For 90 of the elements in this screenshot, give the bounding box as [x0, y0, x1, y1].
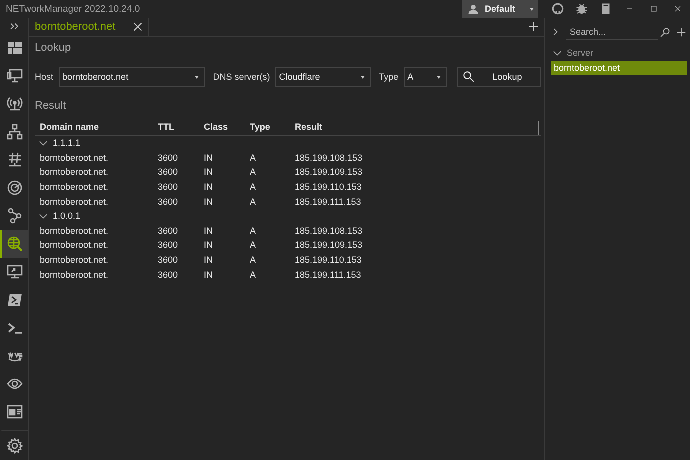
table-cell-text: A	[250, 270, 258, 280]
wireless-icon	[7, 96, 23, 112]
table-cell-text: borntoberoot.net.	[40, 196, 110, 207]
table-cell-text: A	[250, 196, 258, 207]
close-icon	[132, 21, 144, 33]
table-cell-text: A	[250, 255, 258, 266]
maximize-icon	[649, 4, 659, 14]
table-cell-text: 185.199.109.153	[295, 240, 364, 250]
dns-server-dropdown[interactable]: Cloudflare	[275, 67, 372, 87]
column-header[interactable]: TTL	[158, 122, 204, 132]
group-header: Server	[567, 48, 594, 58]
table-cell-text: 3600	[158, 240, 180, 250]
table-cell-text: IN	[204, 167, 214, 178]
table-cell-text: 185.199.111.153	[295, 270, 362, 280]
type-dropdown[interactable]: A	[404, 67, 447, 87]
add-icon	[676, 26, 687, 38]
globe-search-icon	[7, 236, 23, 252]
nodes-icon	[7, 208, 23, 224]
eye-icon	[7, 376, 23, 392]
field-label: Host	[35, 72, 54, 82]
column-header[interactable]: Class	[204, 122, 250, 132]
table-cell-text: 3600	[158, 226, 180, 236]
search-field[interactable]: Search...	[566, 24, 658, 40]
dashboard-icon	[7, 40, 23, 56]
table-cell-text: 3600	[158, 152, 180, 163]
add-tab-icon	[528, 21, 540, 33]
table-cell-text: A	[250, 240, 258, 250]
table-cell-text: borntoberoot.net.	[40, 152, 110, 163]
table-cell-text: A	[250, 226, 258, 236]
info-panel-icon	[7, 404, 23, 420]
table-cell-text: 3600	[158, 167, 180, 178]
field-label: Type	[379, 72, 399, 82]
radar-icon	[7, 180, 23, 196]
table-cell-text: IN	[204, 226, 214, 236]
table-cell-text: 185.199.109.153	[295, 167, 364, 178]
remote-desktop-icon	[7, 264, 23, 280]
table-cell-text: 3600	[158, 196, 180, 207]
table-cell-text: A	[250, 152, 258, 163]
bug-icon	[576, 3, 588, 15]
table-cell-text: 185.199.108.153	[295, 226, 364, 236]
profile-item[interactable]: borntoberoot.net	[551, 61, 687, 75]
lookup-button[interactable]: Lookup	[456, 67, 542, 87]
table-cell-text: IN	[204, 152, 214, 163]
group-header: 1.0.0.1	[53, 211, 81, 222]
table-cell-text: borntoberoot.net.	[40, 240, 110, 250]
table-cell-text: borntoberoot.net.	[40, 255, 110, 266]
search-icon	[660, 26, 671, 38]
table-cell-text: 185.199.108.153	[295, 152, 364, 163]
column-header[interactable]: Domain name	[40, 122, 158, 132]
table-cell-text: borntoberoot.net.	[40, 270, 110, 280]
chevron-down-icon[interactable]	[553, 48, 562, 58]
table-cell-text: 3600	[158, 182, 180, 192]
table-cell-text: borntoberoot.net.	[40, 226, 110, 236]
table-cell-text: IN	[204, 240, 214, 250]
table-cell-text: IN	[204, 196, 214, 207]
table-cell-text: 3600	[158, 270, 180, 280]
table-cell-text: IN	[204, 182, 214, 192]
table-cell-text: borntoberoot.net.	[40, 182, 110, 192]
monitor-icon	[7, 68, 23, 84]
profile-dropdown[interactable]: Default	[462, 0, 538, 18]
table-cell-text: IN	[204, 255, 214, 266]
field-label: DNS server(s)	[213, 72, 270, 82]
network-icon	[7, 124, 23, 140]
table-cell-text: A	[250, 167, 258, 178]
hash-icon	[7, 152, 23, 168]
table-cell-text: 185.199.110.153	[295, 255, 363, 266]
close-icon	[673, 4, 683, 14]
tab[interactable]: borntoberoot.net	[29, 18, 149, 36]
powershell-icon	[7, 292, 23, 308]
user-icon	[468, 4, 479, 14]
section-heading: Result	[35, 100, 68, 114]
settings-icon	[7, 438, 23, 454]
table-cell-text: IN	[204, 270, 214, 280]
window-title: NETworkManager 2022.10.24.0	[5, 4, 142, 14]
table-cell-text: 185.199.110.153	[295, 182, 363, 192]
table-cell-text: 185.199.111.153	[295, 196, 362, 207]
sidebar-item[interactable]	[0, 230, 28, 258]
search-icon	[462, 71, 475, 83]
chevron-down-icon[interactable]	[39, 138, 48, 148]
section-heading: Lookup	[35, 42, 72, 56]
column-header[interactable]: Type	[250, 122, 295, 132]
table-cell-text: borntoberoot.net.	[40, 167, 110, 178]
group-header: 1.1.1.1	[53, 138, 81, 148]
host-combobox[interactable]: borntoberoot.net	[58, 67, 206, 87]
column-header[interactable]: Result	[295, 122, 541, 132]
table-cell-text: A	[250, 182, 258, 192]
expand-icon	[8, 20, 20, 32]
chevron-down-icon[interactable]	[39, 212, 48, 221]
table-cell-text: 3600	[158, 255, 180, 266]
document-icon	[600, 3, 612, 15]
